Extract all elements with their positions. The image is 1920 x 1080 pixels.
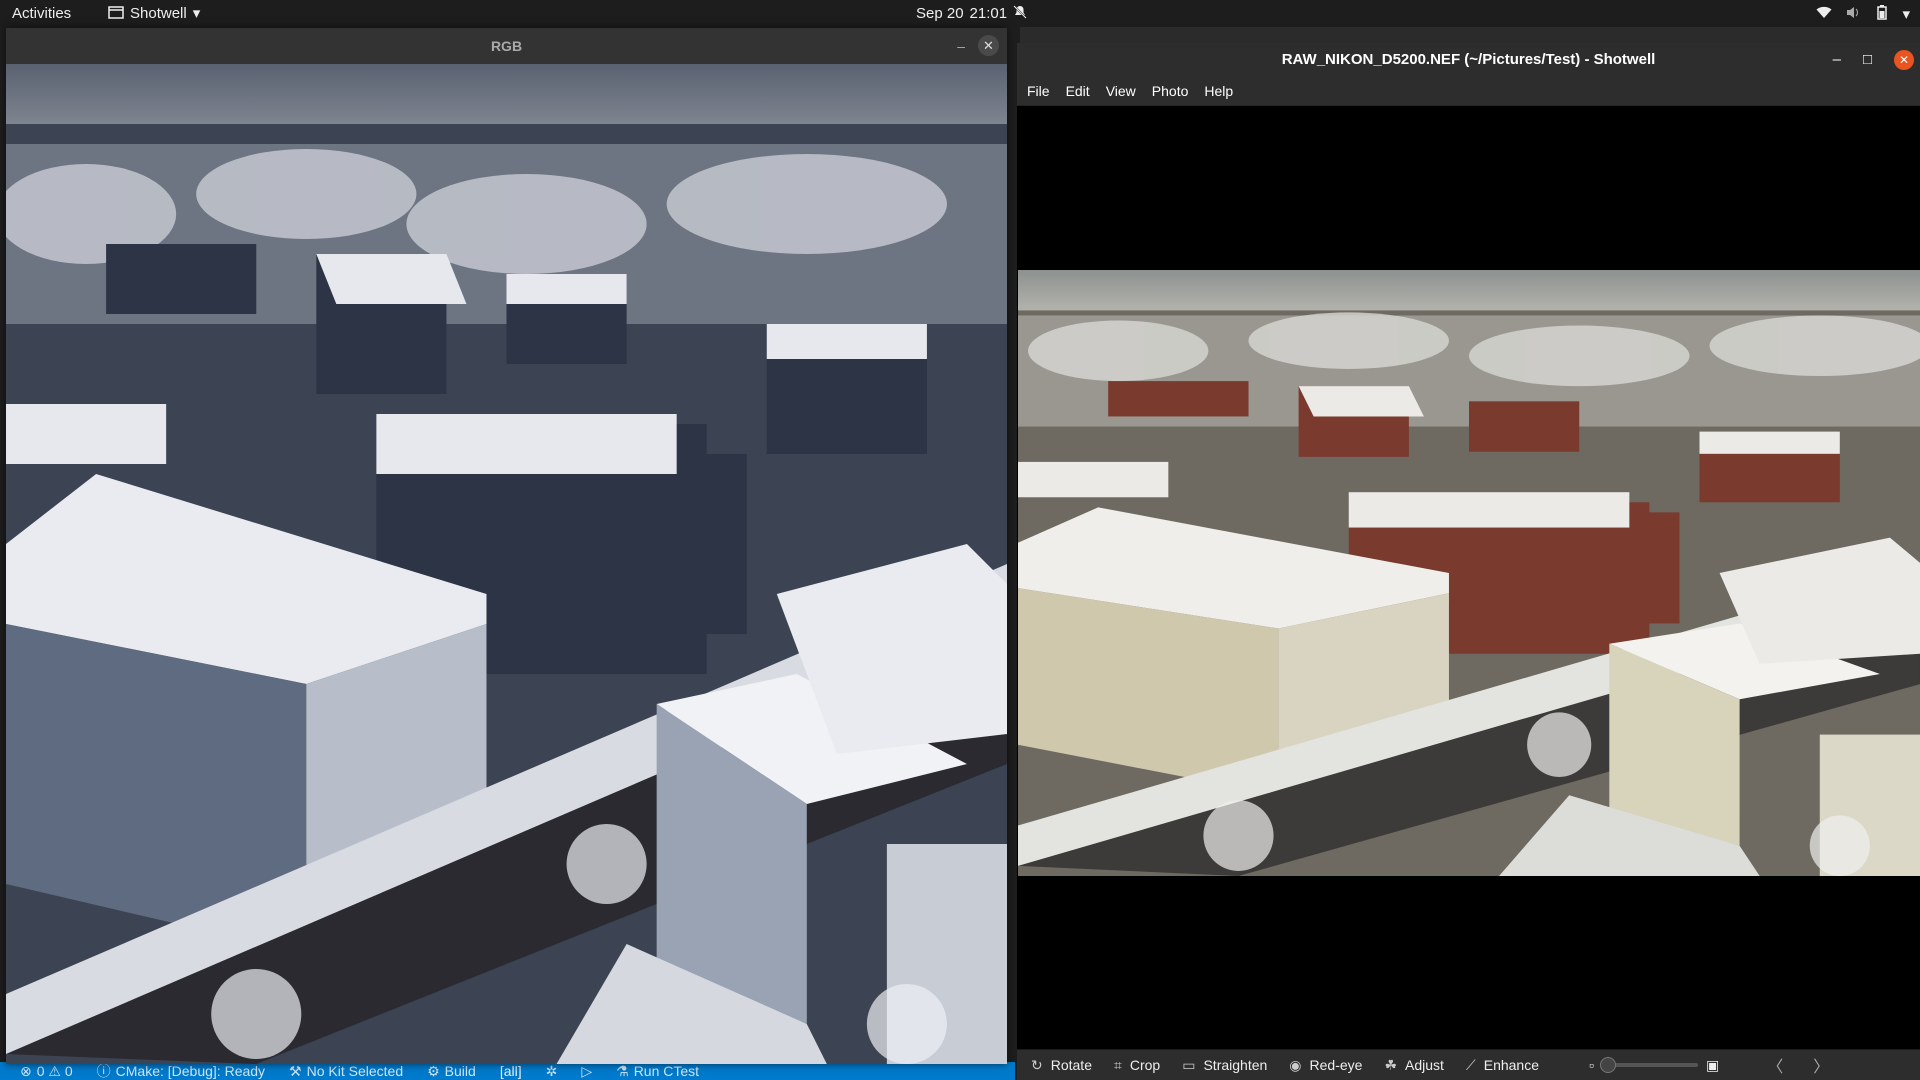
zoom-slider-handle[interactable] [1599, 1057, 1616, 1073]
snowy-town-photo-bluish [6, 64, 1007, 1064]
menu-photo[interactable]: Photo [1152, 83, 1189, 99]
kit-selector[interactable]: ⚒ No Kit Selected [289, 1063, 403, 1079]
battery-icon [1876, 5, 1888, 23]
rgb-titlebar[interactable]: RGB – ✕ [6, 28, 1007, 64]
wifi-icon [1816, 6, 1832, 22]
flask-icon: ⚗ [616, 1063, 629, 1079]
app-menu[interactable]: Shotwell ▾ [108, 5, 200, 22]
photo-navigation: 〈 〉 [1767, 1053, 1829, 1077]
shotwell-toolbar: ↻ Rotate ⌗ Crop ▭ Straighten ◉ Red-eye ☘… [1017, 1049, 1920, 1080]
rotate-label: Rotate [1050, 1057, 1092, 1073]
notification-muted-icon [1013, 5, 1027, 22]
editor-statusbar: ⊗ 0 ⚠ 0 ⓘ CMake: [Debug]: Ready ⚒ No Kit Se… [0, 1062, 1015, 1080]
power-menu-icon: ▾ [1902, 5, 1910, 23]
cmake-status[interactable]: ⓘ CMake: [Debug]: Ready [97, 1063, 265, 1079]
gear-icon: ⚙ [427, 1063, 440, 1079]
rgb-window-title: RGB [490, 38, 523, 54]
eye-icon: ◉ [1289, 1056, 1302, 1073]
rotate-icon: ↻ [1031, 1056, 1043, 1073]
wrench-icon: ⚒ [289, 1063, 302, 1079]
adjust-label: Adjust [1405, 1057, 1444, 1073]
menu-file[interactable]: File [1027, 83, 1050, 99]
shotwell-photo-view [1018, 270, 1920, 876]
run-button[interactable]: ▷ [581, 1064, 592, 1078]
shotwell-window: RAW_NIKON_D5200.NEF (~/Pictures/Test) - … [1017, 43, 1920, 1080]
menubar: File Edit View Photo Help [1017, 77, 1920, 106]
info-icon: ⓘ [96, 1063, 111, 1079]
minimize-button[interactable]: – [1833, 43, 1841, 77]
activities-button[interactable]: Activities [12, 5, 71, 22]
snowy-town-photo [1018, 270, 1920, 876]
rgb-photo-view [6, 64, 1007, 1064]
redeye-button[interactable]: ◉ Red-eye [1289, 1057, 1362, 1074]
window-icon [108, 5, 124, 22]
straighten-button[interactable]: ▭ Straighten [1182, 1057, 1267, 1074]
shotwell-titlebar[interactable]: RAW_NIKON_D5200.NEF (~/Pictures/Test) - … [1017, 43, 1920, 77]
maximize-button[interactable]: □ [1863, 43, 1872, 77]
run-ctest-button[interactable]: ⚗ Run CTest [616, 1063, 699, 1079]
debug-button[interactable]: ✲ [546, 1064, 558, 1078]
zoom-in-icon[interactable]: ▣ [1706, 1057, 1719, 1074]
clock-time: 21:01 [969, 5, 1008, 22]
system-tray[interactable]: ▾ [1816, 5, 1910, 23]
window-controls: – □ ✕ [1833, 43, 1920, 77]
next-photo-button[interactable]: 〉 [1813, 1053, 1829, 1077]
crop-icon: ⌗ [1113, 1056, 1122, 1073]
bug-icon: ✲ [545, 1063, 558, 1079]
close-icon: ✕ [983, 38, 994, 53]
enhance-label: Enhance [1483, 1057, 1540, 1073]
close-button[interactable]: ✕ [978, 35, 999, 56]
minimize-button[interactable]: – [957, 28, 965, 64]
menu-edit[interactable]: Edit [1066, 83, 1090, 99]
zoom-control: ▫ ▣ [1589, 1057, 1719, 1074]
shotwell-window-title: RAW_NIKON_D5200.NEF (~/Pictures/Test) - … [1281, 51, 1656, 68]
app-menu-label: Shotwell [130, 5, 187, 22]
close-icon: ✕ [1898, 53, 1910, 67]
menu-help[interactable]: Help [1204, 83, 1233, 99]
straighten-icon: ▭ [1182, 1056, 1196, 1073]
zoom-out-icon[interactable]: ▫ [1589, 1057, 1594, 1073]
clock-date: Sep 20 [916, 5, 964, 22]
build-target[interactable]: [all] [500, 1063, 522, 1079]
rotate-button[interactable]: ↻ Rotate [1031, 1057, 1092, 1074]
chevron-down-icon: ▾ [192, 5, 201, 22]
top-bar: Activities Shotwell ▾ Sep 20 21:01 ▾ [0, 0, 1920, 27]
problems-indicator[interactable]: ⊗ 0 ⚠ 0 [20, 1063, 73, 1080]
magic-wand-icon: ⟋ [1465, 1056, 1476, 1073]
close-button[interactable]: ✕ [1894, 50, 1914, 70]
build-button[interactable]: ⚙ Build [427, 1063, 476, 1079]
zoom-slider[interactable] [1599, 1057, 1698, 1073]
error-icon: ⊗ [20, 1063, 32, 1079]
crop-label: Crop [1129, 1057, 1161, 1073]
crop-button[interactable]: ⌗ Crop [1114, 1057, 1160, 1074]
adjust-button[interactable]: ☘ Adjust [1384, 1057, 1443, 1074]
straighten-label: Straighten [1203, 1057, 1268, 1073]
enhance-button[interactable]: ⟋ Enhance [1466, 1057, 1539, 1074]
rgb-window: RGB – ✕ [6, 28, 1007, 1064]
adjust-icon: ☘ [1384, 1056, 1397, 1073]
clock[interactable]: Sep 20 21:01 [916, 5, 1027, 22]
play-icon: ▷ [581, 1063, 593, 1079]
volume-icon [1846, 6, 1862, 22]
previous-photo-button[interactable]: 〈 [1767, 1053, 1783, 1077]
menu-view[interactable]: View [1106, 83, 1136, 99]
redeye-label: Red-eye [1309, 1057, 1363, 1073]
